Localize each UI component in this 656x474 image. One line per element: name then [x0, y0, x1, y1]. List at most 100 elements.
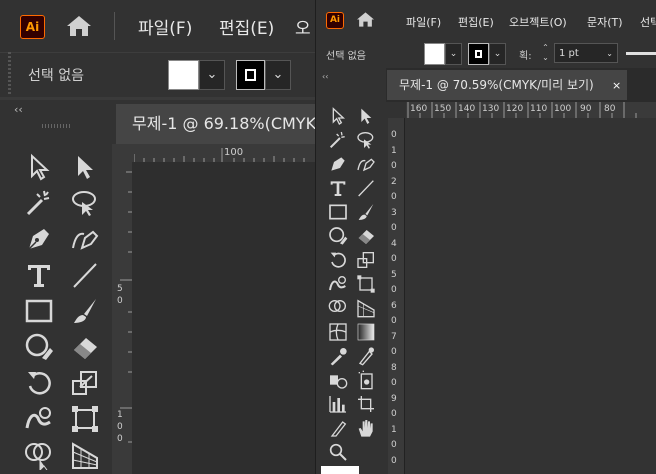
- document-tab[interactable]: 무제-1 @ 69.18%(CMYK: [116, 104, 326, 144]
- shape-builder-tool-icon[interactable]: [24, 440, 54, 472]
- h-ruler-label: 130: [482, 104, 500, 114]
- rotate-tool-icon[interactable]: [24, 368, 54, 398]
- curvature-tool-icon[interactable]: [356, 154, 376, 174]
- v-ruler-label: 0: [391, 409, 397, 419]
- warp-tool-icon[interactable]: [24, 404, 54, 434]
- warp-tool-icon[interactable]: [328, 274, 348, 294]
- h-ruler-label: 140: [458, 104, 476, 114]
- lasso-tool-icon[interactable]: [70, 188, 100, 218]
- document-tab[interactable]: 무제-1 @ 70.59%(CMYK/미리 보기): [387, 70, 627, 100]
- panel-collapse-icon[interactable]: ‹‹: [322, 72, 328, 81]
- menu-file[interactable]: 파일(F): [138, 14, 192, 39]
- free-transform-tool-icon[interactable]: [356, 274, 376, 294]
- fill-stroke-swatch[interactable]: [321, 466, 359, 474]
- close-tab-icon[interactable]: ×: [612, 79, 621, 92]
- rectangle-tool-icon[interactable]: [24, 296, 54, 326]
- artboard-tool-icon[interactable]: [356, 394, 376, 414]
- paintbrush-tool-icon[interactable]: [356, 202, 376, 222]
- menu-separator: [114, 12, 115, 40]
- h-ruler-label: 80: [604, 104, 616, 114]
- stroke-dropdown[interactable]: ⌄: [265, 60, 291, 90]
- direct-selection-tool-icon[interactable]: [356, 106, 376, 126]
- zoom-tool-icon[interactable]: [328, 442, 348, 462]
- fill-swatch[interactable]: [168, 60, 199, 90]
- paintbrush-tool-icon[interactable]: [70, 296, 100, 326]
- menu-edit[interactable]: 편집(E): [458, 14, 494, 30]
- magic-wand-tool-icon[interactable]: [24, 188, 54, 218]
- perspective-grid-tool-icon[interactable]: [356, 298, 376, 318]
- stroke-profile-preview[interactable]: [626, 52, 656, 55]
- scale-tool-icon[interactable]: [356, 250, 376, 270]
- mesh-tool-icon[interactable]: [328, 322, 348, 342]
- selection-status: 선택 없음: [326, 51, 366, 62]
- chevron-down-icon[interactable]: ⌄: [606, 44, 613, 64]
- lasso-tool-icon[interactable]: [356, 130, 376, 150]
- fill-dropdown[interactable]: ⌄: [445, 43, 462, 65]
- panel-collapse-icon[interactable]: ‹‹: [14, 103, 23, 116]
- h-ruler-label: 150: [434, 104, 452, 114]
- stroke-dropdown[interactable]: ⌄: [489, 43, 506, 65]
- horizontal-ruler[interactable]: 160 150 140 130 120 110 100 90 80: [406, 102, 656, 119]
- stroke-weight-field[interactable]: 1 pt ⌄: [554, 43, 618, 63]
- direct-selection-tool-icon[interactable]: [70, 152, 100, 182]
- type-tool-icon[interactable]: [328, 178, 348, 198]
- slice-tool-icon[interactable]: [328, 418, 348, 438]
- home-icon[interactable]: [356, 11, 375, 28]
- v-ruler-label: 0: [391, 161, 397, 171]
- stroke-swatch[interactable]: [236, 60, 265, 90]
- fill-swatch[interactable]: [424, 43, 445, 65]
- pen-tool-icon[interactable]: [24, 224, 54, 254]
- curvature-tool-icon[interactable]: [70, 224, 100, 254]
- menu-object[interactable]: 오브젝트(O): [509, 14, 567, 30]
- v-ruler-label: 0: [391, 455, 397, 466]
- eraser-tool-icon[interactable]: [70, 332, 100, 362]
- h-ruler-label: 110: [530, 104, 548, 114]
- h-ruler-label: 90: [580, 104, 592, 114]
- selection-tool-icon[interactable]: [328, 106, 348, 126]
- shape-builder-tool-icon[interactable]: [328, 298, 348, 318]
- pen-tool-icon[interactable]: [328, 154, 348, 174]
- hand-tool-icon[interactable]: [356, 418, 376, 438]
- free-transform-tool-icon[interactable]: [70, 404, 100, 434]
- v-ruler-label: 6: [391, 300, 397, 311]
- perspective-grid-tool-icon[interactable]: [70, 440, 100, 470]
- blend-tool-icon[interactable]: [356, 346, 376, 366]
- panel-grip[interactable]: [42, 124, 70, 128]
- menu-file[interactable]: 파일(F): [406, 14, 441, 30]
- rectangle-tool-icon[interactable]: [328, 202, 348, 222]
- control-bar-grip[interactable]: [8, 52, 11, 96]
- fill-dropdown[interactable]: ⌄: [199, 60, 225, 90]
- shaper-tool-icon[interactable]: [328, 226, 348, 246]
- shaper-tool-icon[interactable]: [24, 332, 54, 362]
- stroke-swatch[interactable]: [468, 43, 489, 65]
- eyedropper-tool-icon[interactable]: [328, 346, 348, 366]
- v-ruler-label: 5: [391, 269, 397, 280]
- selection-tool-icon[interactable]: [24, 152, 54, 182]
- gradient-tool-icon[interactable]: [356, 322, 376, 342]
- rotate-tool-icon[interactable]: [328, 250, 348, 270]
- stroke-weight-stepper[interactable]: ⌃ ⌄: [539, 43, 552, 63]
- v-ruler-label: 0: [391, 440, 397, 450]
- h-ruler-label: 160: [410, 104, 428, 114]
- symbol-sprayer-tool-icon[interactable]: [328, 370, 348, 390]
- column-graph-tool-icon[interactable]: [328, 394, 348, 414]
- symbol-tool-icon[interactable]: [356, 370, 376, 390]
- type-tool-icon[interactable]: [24, 260, 54, 290]
- h-ruler-label: 100: [554, 104, 572, 114]
- h-ruler-label: 100: [224, 147, 244, 158]
- artboard-canvas[interactable]: [405, 118, 656, 474]
- menu-type[interactable]: 문자(T): [587, 14, 623, 30]
- illustrator-logo: Ai: [326, 12, 344, 29]
- line-tool-icon[interactable]: [356, 178, 376, 198]
- line-tool-icon[interactable]: [70, 260, 100, 290]
- vertical-ruler[interactable]: 0 1 0 2 0 3 0 4 0 5 0 6 0 7 0 8 0 9 0 1 0 0: [388, 118, 405, 474]
- h-ruler-label: 120: [506, 104, 524, 114]
- menu-object[interactable]: 오: [295, 14, 311, 39]
- scale-tool-icon[interactable]: [70, 368, 100, 398]
- menu-edit[interactable]: 편집(E): [219, 14, 274, 39]
- eraser-tool-icon[interactable]: [356, 226, 376, 246]
- menu-select[interactable]: 선택: [640, 14, 656, 30]
- magic-wand-tool-icon[interactable]: [328, 130, 348, 150]
- home-icon[interactable]: [66, 14, 92, 38]
- vertical-ruler[interactable]: 5 0 1 0 0: [114, 162, 133, 474]
